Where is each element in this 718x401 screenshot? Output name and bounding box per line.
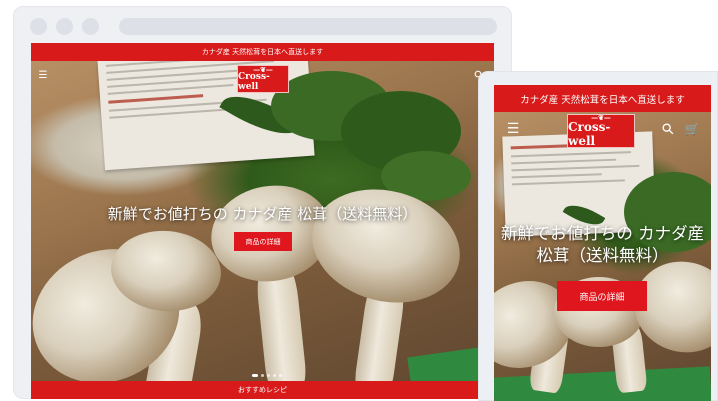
window-controls [30,18,99,35]
mobile-announcement-bar: カナダ産 天然松茸を日本へ直送します [494,85,711,112]
window-dot [56,18,73,35]
mobile-hero-title: 新鮮でお値打ちの カナダ産 松茸（送料無料） [500,224,705,266]
desktop-screen: カナダ産 天然松茸を日本へ直送します ☰ —❦— Cross-well 新鮮でお… [31,43,494,399]
hero-image [31,61,494,399]
cart-icon[interactable]: 🛒 [683,120,701,138]
announcement-text: カナダ産 天然松茸を日本へ直送します [201,48,324,56]
menu-icon[interactable]: ☰ [36,68,50,82]
mobile-store-logo[interactable]: —❦— Cross-well [567,114,635,148]
address-bar [119,18,497,35]
mobile-screen: カナダ産 天然松茸を日本へ直送します ☰ ⚲ 🛒 —❦— Cross-well … [494,85,711,401]
slideshow-pager[interactable] [252,374,282,377]
desktop-browser-frame: カナダ産 天然松茸を日本へ直送します ☰ —❦— Cross-well 新鮮でお… [13,6,512,399]
mobile-product-details-button[interactable]: 商品の詳細 [557,281,647,311]
store-logo[interactable]: —❦— Cross-well [237,65,289,93]
preview-stage: カナダ産 天然松茸を日本へ直送します ☰ —❦— Cross-well 新鮮でお… [0,0,718,401]
mobile-frame: カナダ産 天然松茸を日本へ直送します ☰ ⚲ 🛒 —❦— Cross-well … [478,71,718,401]
mobile-announcement-text: カナダ産 天然松茸を日本へ直送します [520,94,685,106]
product-details-button[interactable]: 商品の詳細 [234,232,292,251]
recipes-bar[interactable]: おすすめレシピ [31,381,494,399]
recipes-link[interactable]: おすすめレシピ [238,385,287,395]
window-dot [82,18,99,35]
logo-name: Cross-well [238,71,270,92]
announcement-bar: カナダ産 天然松茸を日本へ直送します [31,43,494,61]
mobile-logo-name: Cross-well [568,120,611,148]
mobile-menu-icon[interactable]: ☰ [504,120,522,138]
window-dot [30,18,47,35]
hero-title: 新鮮でお値打ちの カナダ産 松茸（送料無料） [107,205,418,223]
